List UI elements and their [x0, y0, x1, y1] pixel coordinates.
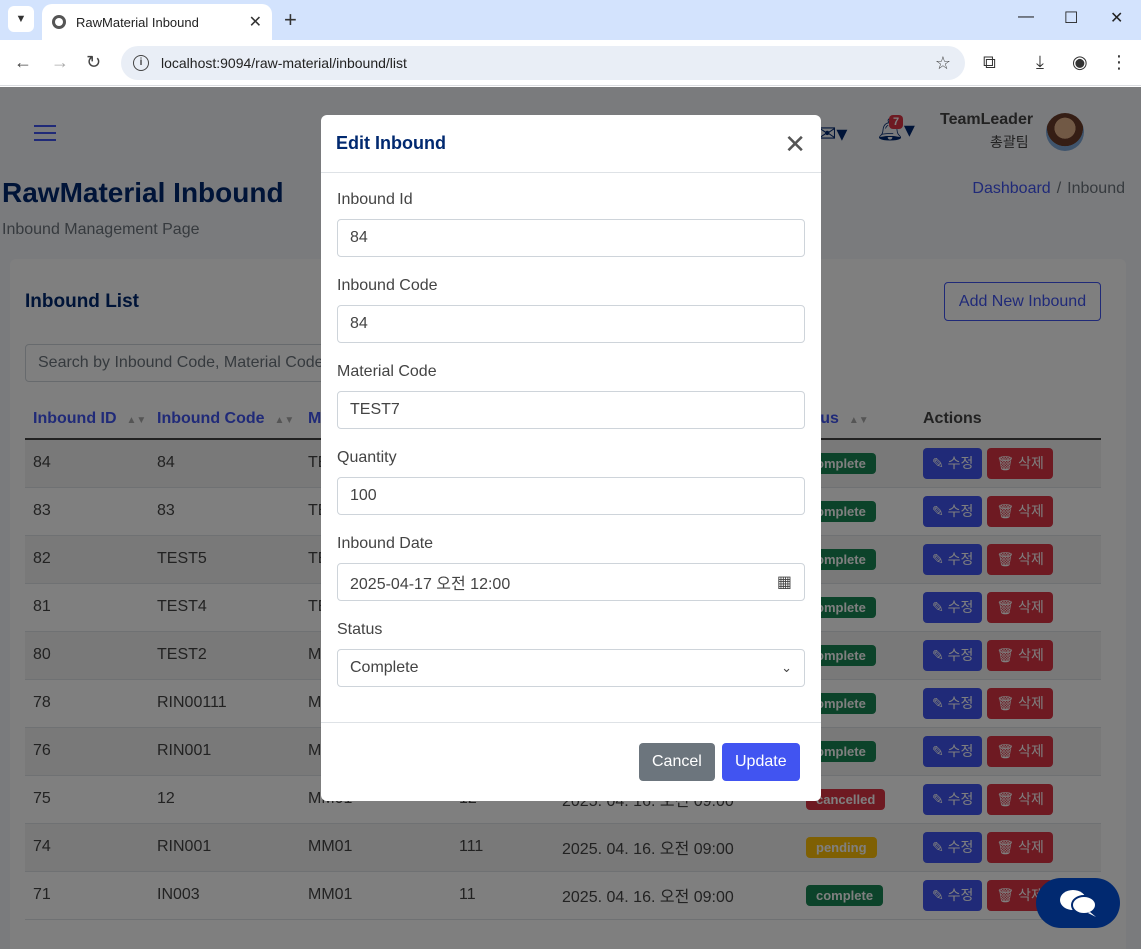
chat-bubbles-icon: [1060, 890, 1097, 917]
close-icon[interactable]: ✕: [784, 131, 806, 157]
edit-inbound-modal: Edit Inbound ✕ Inbound Id 84 Inbound Cod…: [321, 115, 821, 801]
menu-kebab-icon[interactable]: ⋮: [1110, 52, 1128, 73]
browser-tab[interactable]: RawMaterial Inbound ✕: [42, 4, 272, 40]
calendar-icon[interactable]: ▦: [777, 572, 792, 592]
extensions-icon[interactable]: ⧉: [983, 52, 996, 73]
inbound-code-label: Inbound Code: [337, 277, 438, 294]
url-text: localhost:9094/raw-material/inbound/list: [161, 55, 407, 71]
material-code-field[interactable]: TEST7: [337, 391, 805, 429]
browser-tab-bar: ▼ RawMaterial Inbound ✕ + — ☐ ✕: [0, 0, 1141, 40]
globe-icon: [52, 15, 66, 29]
tab-search-button[interactable]: ▼: [8, 6, 34, 32]
download-icon[interactable]: ⤓: [1036, 52, 1044, 73]
quantity-label: Quantity: [337, 449, 397, 466]
url-field[interactable]: i localhost:9094/raw-material/inbound/li…: [121, 46, 965, 80]
status-select[interactable]: Complete ⌄: [337, 649, 805, 687]
quantity-field[interactable]: 100: [337, 477, 805, 515]
inbound-code-field[interactable]: 84: [337, 305, 805, 343]
tab-title: RawMaterial Inbound: [76, 14, 199, 30]
cancel-button[interactable]: Cancel: [639, 743, 715, 781]
forward-icon[interactable]: →: [51, 52, 69, 73]
minimize-icon[interactable]: —: [1018, 8, 1034, 26]
modal-footer: Cancel Update: [321, 722, 821, 801]
material-code-label: Material Code: [337, 363, 437, 380]
modal-body: Inbound Id 84 Inbound Code 84 Material C…: [321, 173, 821, 687]
maximize-icon[interactable]: ☐: [1064, 8, 1078, 28]
update-button[interactable]: Update: [722, 743, 800, 781]
inbound-date-label: Inbound Date: [337, 535, 434, 552]
inbound-id-label: Inbound Id: [337, 191, 413, 208]
back-icon[interactable]: ←: [14, 52, 32, 73]
site-info-icon[interactable]: i: [133, 55, 149, 71]
address-bar: ← → ↻ i localhost:9094/raw-material/inbo…: [0, 40, 1141, 86]
modal-title: Edit Inbound: [336, 133, 446, 153]
close-tab-icon[interactable]: ✕: [249, 12, 262, 32]
reload-icon[interactable]: ↻: [86, 52, 101, 73]
status-label: Status: [337, 621, 383, 638]
new-tab-button[interactable]: +: [284, 8, 297, 32]
modal-header: Edit Inbound ✕: [321, 115, 821, 173]
chevron-down-icon: ⌄: [781, 660, 792, 675]
profile-icon[interactable]: ◉: [1072, 52, 1088, 73]
chat-button[interactable]: [1036, 878, 1120, 928]
inbound-date-field[interactable]: 2025-04-17 오전 12:00 ▦: [337, 563, 805, 601]
inbound-id-field[interactable]: 84: [337, 219, 805, 257]
bookmark-star-icon[interactable]: ☆: [935, 53, 951, 74]
close-window-icon[interactable]: ✕: [1110, 8, 1123, 28]
